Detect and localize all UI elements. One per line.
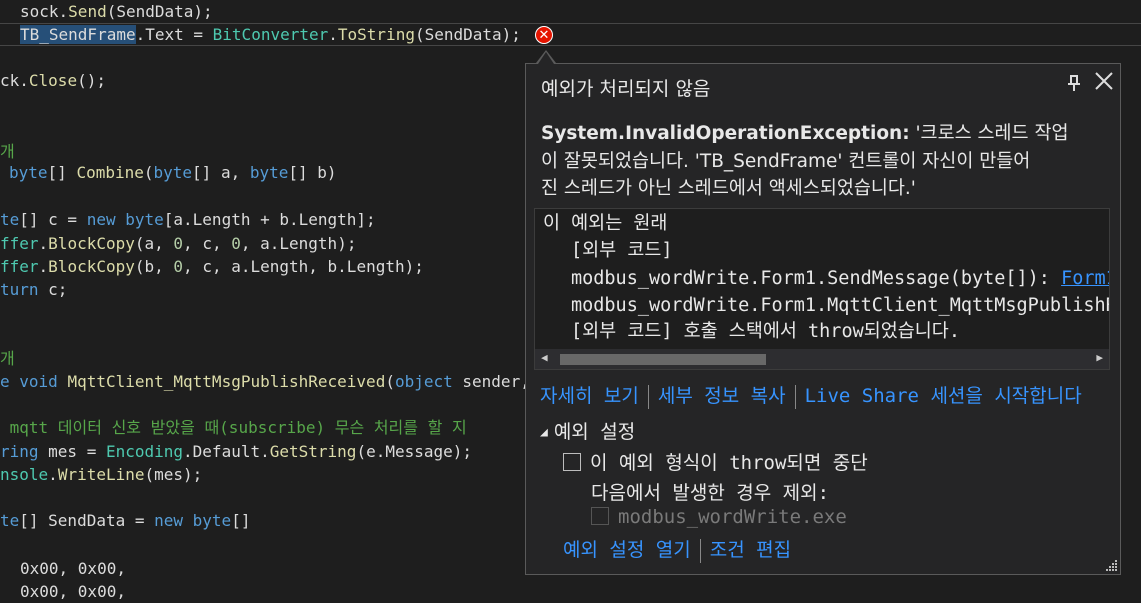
pin-icon[interactable] <box>1067 74 1081 97</box>
exception-settings-header[interactable]: ◢ 예외 설정 <box>540 417 635 444</box>
code-line-9[interactable]: turn c; <box>0 278 67 301</box>
horizontal-scrollbar[interactable]: ◀ ▶ <box>535 349 1109 369</box>
separator <box>699 538 701 563</box>
open-exception-settings-link[interactable]: 예외 설정 열기 <box>563 539 691 561</box>
stack-line: modbus_wordWrite.Form1.SendMessage(byte[… <box>571 265 1109 292</box>
popup-pointer-inner <box>538 52 554 64</box>
close-icon[interactable] <box>1094 70 1114 96</box>
edit-conditions-link[interactable]: 조건 편집 <box>710 539 791 561</box>
code-line-15[interactable]: te[] SendData = new byte[] <box>0 509 250 532</box>
action-links: 자세히 보기 세부 정보 복사 Live Share 세션을 시작합니다 <box>540 381 1082 409</box>
code-line-6[interactable]: te[] c = new byte[a.Length + b.Length]; <box>0 208 376 231</box>
settings-links: 예외 설정 열기 조건 편집 <box>563 535 791 563</box>
code-line-4[interactable]: 개 <box>0 140 15 163</box>
selected-identifier[interactable]: TB_SendFrame <box>20 25 136 44</box>
scroll-left-icon[interactable]: ◀ <box>541 351 548 364</box>
code-line-8[interactable]: ffer.BlockCopy(b, 0, c, a.Length, b.Leng… <box>0 255 424 278</box>
code-line-10[interactable]: 개 <box>0 347 15 370</box>
stack-line: [외부 코드] <box>571 240 673 261</box>
break-when-thrown-checkbox[interactable] <box>563 452 581 471</box>
code-line-16[interactable]: 0x00, 0x00, <box>20 557 126 580</box>
exception-message: System.InvalidOperationException: '크로스 스… <box>541 123 1069 199</box>
stack-line: [외부 코드] 호출 스택에서 throw되었습니다. <box>571 321 960 342</box>
stack-header: 이 예외는 원래 <box>543 213 668 234</box>
scrollbar-thumb[interactable] <box>560 354 766 365</box>
error-x-icon[interactable]: ✕ <box>535 26 553 44</box>
code-line-12[interactable]: mqtt 데이터 신호 받았을 때(subscribe) 무슨 처리를 할 지 <box>0 416 467 439</box>
live-share-link[interactable]: Live Share 세션을 시작합니다 <box>805 385 1082 407</box>
code-line-14[interactable]: nsole.WriteLine(mes); <box>0 463 202 486</box>
stack-line: modbus_wordWrite.Form1.MqttClient_MqttMs… <box>571 295 1110 316</box>
resize-grip-icon[interactable] <box>1106 559 1118 572</box>
code-line-7[interactable]: ffer.BlockCopy(a, 0, c, 0, a.Length); <box>0 232 356 255</box>
call-stack-box[interactable]: 이 예외는 원래 [외부 코드] modbus_wordWrite.Form1.… <box>534 208 1110 370</box>
source-file-link[interactable]: Form1.cs <box>1061 268 1109 289</box>
collapse-triangle-icon[interactable]: ◢ <box>540 425 548 440</box>
break-when-thrown-row[interactable]: 이 예외 형식이 throw되면 중단 <box>563 448 868 475</box>
code-line-5[interactable]: byte[] Combine(byte[] a, byte[] b) <box>9 161 337 184</box>
separator <box>647 384 649 409</box>
exception-type: System.InvalidOperationException: <box>541 123 910 144</box>
code-line-13[interactable]: ring mes = Encoding.Default.GetString(e.… <box>0 440 472 463</box>
separator <box>794 384 796 409</box>
code-line-11[interactable]: e void MqttClient_MqttMsgPublishReceived… <box>0 370 530 393</box>
copy-details-link[interactable]: 세부 정보 복사 <box>658 385 786 407</box>
code-line-3[interactable]: ck.Close(); <box>0 69 106 92</box>
popup-title: 예외가 처리되지 않음 <box>541 78 711 100</box>
code-line-2[interactable]: TB_SendFrame.Text = BitConverter.ToStrin… <box>20 23 521 46</box>
view-details-link[interactable]: 자세히 보기 <box>540 385 639 407</box>
code-line-1[interactable]: sock.Send(SendData); <box>20 0 213 23</box>
scroll-right-icon[interactable]: ▶ <box>1096 351 1103 364</box>
